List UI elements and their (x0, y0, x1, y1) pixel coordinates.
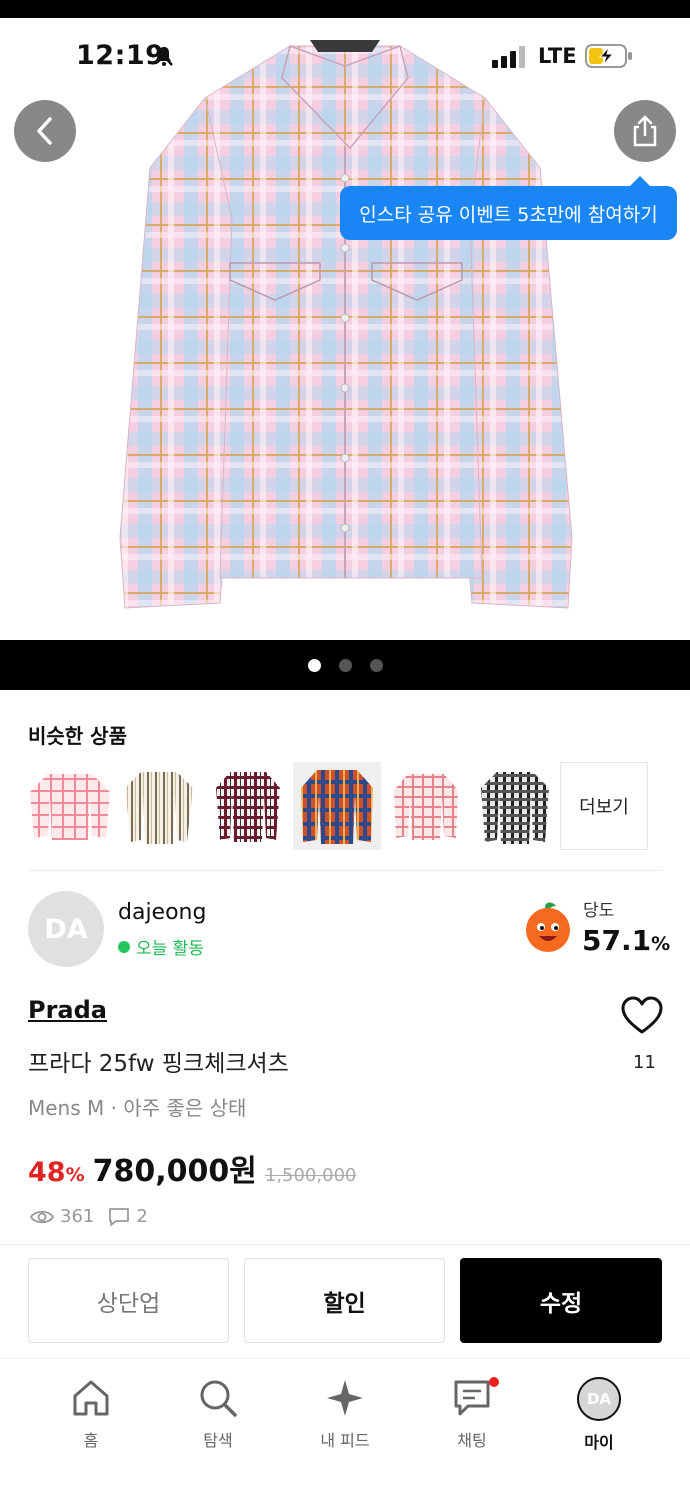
similar-item[interactable] (293, 762, 381, 850)
sale-price: 780,000원 (92, 1154, 257, 1189)
bottom-navigation: 홈 탐색 내 피드 채팅 DA 마이 (0, 1358, 690, 1500)
seller-activity-status: 오늘 활동 (118, 934, 204, 959)
nav-explore-label: 탐색 (203, 1431, 233, 1450)
sparkle-icon (327, 1380, 363, 1416)
original-price: 1,500,000 (264, 1165, 357, 1186)
discount-rate: 48% (28, 1157, 85, 1188)
view-count: 361 (60, 1206, 95, 1227)
product-brand[interactable]: Prada (28, 996, 107, 1024)
nav-home-label: 홈 (83, 1431, 99, 1450)
edit-button[interactable]: 수정 (460, 1258, 662, 1343)
similar-item-image (125, 772, 193, 844)
product-meta: Mens M · 아주 좋은 상태 (28, 1096, 247, 1120)
similar-item[interactable] (382, 762, 470, 850)
seller-name[interactable]: dajeong (118, 900, 206, 925)
share-icon (633, 115, 657, 147)
network-label: LTE (538, 44, 577, 68)
nav-feed[interactable]: 내 피드 (300, 1377, 390, 1451)
similar-item[interactable] (26, 762, 114, 850)
nav-home[interactable]: 홈 (46, 1377, 136, 1451)
nav-my[interactable]: DA 마이 (554, 1377, 644, 1453)
eye-icon (30, 1210, 54, 1223)
mute-bell-icon (155, 46, 173, 66)
nav-explore[interactable]: 탐색 (173, 1377, 263, 1451)
similar-item-image (394, 774, 458, 840)
gallery-dot-1[interactable] (307, 658, 321, 672)
similar-item[interactable] (204, 762, 292, 850)
similar-item[interactable] (471, 762, 559, 850)
online-dot-icon (118, 940, 130, 953)
nav-feed-label: 내 피드 (320, 1431, 370, 1450)
similar-item-image (481, 772, 549, 844)
top-black-strip (0, 0, 690, 18)
similar-item-image (30, 774, 110, 840)
share-event-tooltip[interactable]: 인스타 공유 이벤트 5초만에 참여하기 (340, 176, 677, 240)
sweetness-label: 당도 (583, 901, 615, 921)
peach-icon (526, 902, 570, 952)
similar-more-button[interactable]: 더보기 (560, 762, 648, 850)
section-divider (0, 1244, 690, 1245)
sweetness-number: 57.1 (582, 924, 652, 957)
home-icon (73, 1380, 109, 1416)
search-icon (200, 1380, 237, 1417)
nav-chat[interactable]: 채팅 (427, 1377, 517, 1451)
price-row: 48% 780,000원 1,500,000 (28, 1146, 356, 1190)
product-title: 프라다 25fw 핑크체크셔츠 (28, 1051, 289, 1077)
back-button[interactable] (14, 100, 76, 162)
chat-icon (454, 1380, 490, 1416)
similar-products-list: 더보기 (26, 762, 648, 850)
nav-my-label: 마이 (584, 1433, 614, 1452)
bump-button[interactable]: 상단업 (28, 1258, 229, 1343)
like-count: 11 (633, 1052, 656, 1073)
section-divider (28, 870, 662, 871)
chat-notification-badge (489, 1377, 499, 1387)
discount-number: 48 (28, 1157, 66, 1188)
signal-icon (492, 46, 525, 68)
comment-icon (109, 1207, 130, 1226)
product-image[interactable] (0, 18, 690, 640)
heart-icon[interactable] (620, 994, 664, 1038)
gallery-pagination (0, 640, 690, 690)
shirt-image (119, 40, 573, 609)
battery-icon (585, 44, 632, 68)
seller-activity-label: 오늘 활동 (136, 939, 204, 959)
my-avatar: DA (577, 1377, 621, 1421)
product-stats: 361 2 (30, 1206, 148, 1227)
gallery-dot-3[interactable] (369, 658, 383, 672)
chevron-left-icon (37, 117, 52, 145)
seller-avatar[interactable]: DA (28, 891, 104, 967)
discount-unit: % (65, 1164, 85, 1186)
comment-count: 2 (136, 1206, 148, 1227)
similar-products-title: 비슷한 상품 (28, 724, 127, 748)
discount-button[interactable]: 할인 (244, 1258, 445, 1343)
similar-item-image (301, 770, 373, 844)
sweetness-unit: % (651, 933, 671, 955)
nav-chat-label: 채팅 (457, 1431, 487, 1450)
gallery-dot-2[interactable] (338, 658, 352, 672)
sweetness-value: 57.1% (582, 924, 670, 957)
share-button[interactable] (614, 100, 676, 162)
similar-item[interactable] (115, 762, 203, 850)
similar-item-image (216, 772, 280, 842)
